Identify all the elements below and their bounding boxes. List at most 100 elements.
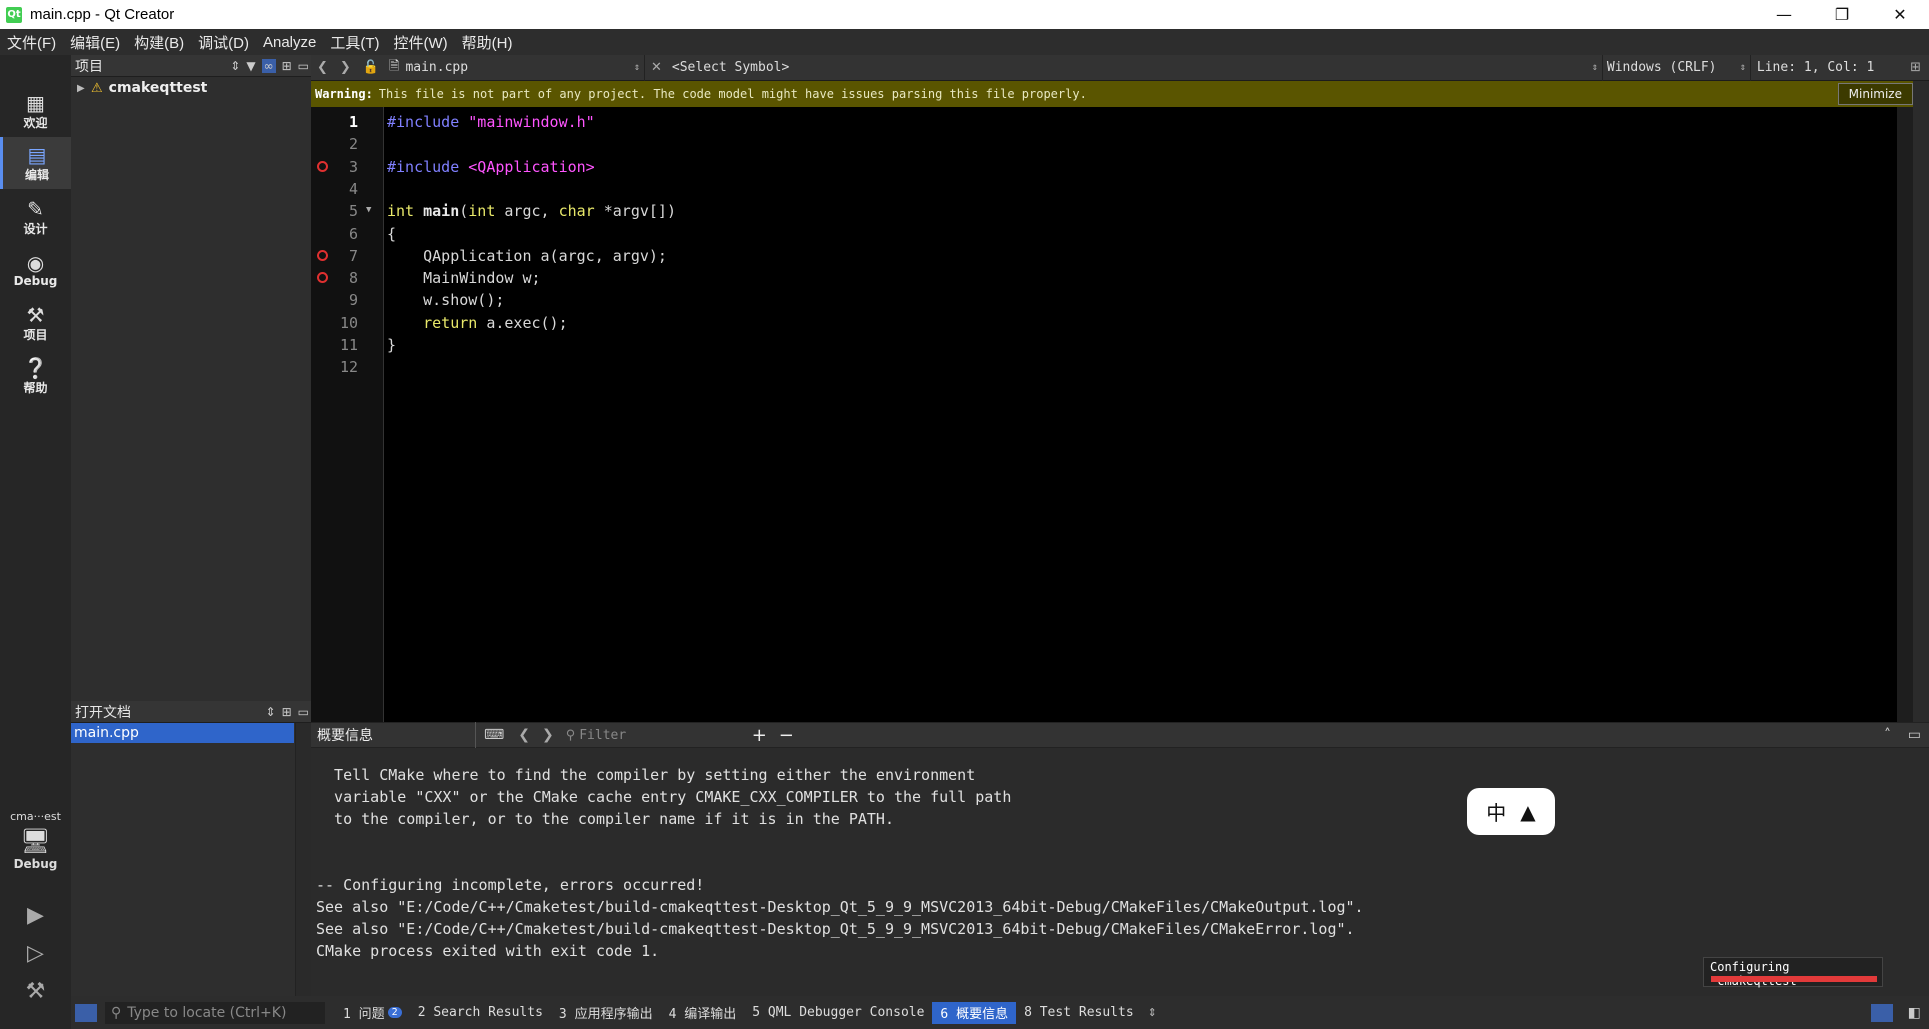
file-combo[interactable]: 🗎 main.cpp ⇕ [385, 54, 645, 81]
code-line[interactable]: { [387, 223, 396, 245]
menu-analyze[interactable]: Analyze [256, 34, 323, 51]
code-line[interactable]: MainWindow w; [387, 267, 540, 289]
mode-help[interactable]: ❔ 帮助 [0, 350, 71, 402]
tab-application-output[interactable]: 3 应用程序输出 [551, 1002, 661, 1024]
mode-welcome[interactable]: ▦ 欢迎 [0, 85, 71, 137]
editor-scrollbar[interactable] [1897, 107, 1913, 722]
close-pane-icon[interactable]: ▭ [1908, 727, 1921, 743]
progress-details-toggle[interactable] [1871, 1003, 1893, 1022]
minimize-button[interactable]: Minimize [1837, 83, 1913, 105]
prev-icon[interactable]: ❮ [512, 727, 536, 743]
tab-issues[interactable]: 1 问题 2 [335, 1002, 410, 1024]
tab-general-messages[interactable]: 6 概要信息 [932, 1001, 1017, 1024]
mode-label: Debug [13, 274, 58, 288]
build-button[interactable]: ⚒ [0, 973, 71, 1009]
line-number[interactable]: 5 [311, 200, 358, 222]
code-line[interactable]: #include "mainwindow.h" [387, 111, 595, 133]
menu-tools[interactable]: 工具(T) [323, 32, 386, 53]
split-editor-icon[interactable]: ⊞ [1904, 60, 1927, 75]
toggle-right-sidebar-icon[interactable]: ◧ [1908, 1005, 1921, 1021]
open-doc-item[interactable]: main.cpp [71, 723, 294, 743]
menu-widgets[interactable]: 控件(W) [387, 32, 455, 53]
menu-file[interactable]: 文件(F) [0, 32, 63, 53]
line-number[interactable]: 2 [311, 133, 358, 155]
forward-arrow-icon[interactable]: ❯ [334, 60, 357, 75]
split-icon[interactable]: ⊞ [282, 59, 292, 73]
minimize-window-button[interactable]: — [1755, 0, 1813, 29]
symbol-combo[interactable]: <Select Symbol> ⇕ [668, 54, 1603, 81]
breakpoint-marker-icon[interactable] [317, 249, 328, 261]
debug-run-button[interactable]: ▷ [0, 935, 71, 971]
zoom-out-icon[interactable]: − [773, 725, 800, 746]
output-filter-input[interactable]: ⚲ Filter [566, 725, 746, 745]
clear-output-icon[interactable]: ⌨ [476, 727, 512, 743]
tab-label: 8 Test Results [1024, 1005, 1134, 1020]
split-icon[interactable]: ⊞ [282, 705, 292, 719]
zoom-in-icon[interactable]: + [746, 725, 773, 746]
code-line[interactable]: w.show(); [387, 289, 504, 311]
maximize-pane-icon[interactable]: ˄ [1884, 727, 1891, 743]
line-ending-combo[interactable]: Windows (CRLF) ⇕ [1603, 54, 1751, 81]
mode-design[interactable]: ✎ 设计 [0, 191, 71, 243]
code-line[interactable]: #include <QApplication> [387, 156, 595, 178]
mode-label: 项目 [23, 327, 48, 342]
output-line: -- Configuring incomplete, errors occurr… [316, 876, 705, 894]
open-docs-scrollbar[interactable] [295, 723, 311, 1012]
kit-selector[interactable]: cma···est 🖥 Debug [0, 810, 71, 871]
fold-arrow-icon[interactable]: ▼ [366, 205, 371, 215]
close-pane-icon[interactable]: ▭ [298, 59, 309, 73]
code-line[interactable]: return a.exec(); [387, 312, 568, 334]
menu-edit[interactable]: 编辑(E) [63, 32, 127, 53]
back-arrow-icon[interactable]: ❮ [311, 60, 334, 75]
tab-compile-output[interactable]: 4 编译输出 [661, 1002, 745, 1024]
combo-spin-icon: ⇕ [1739, 62, 1746, 73]
run-button[interactable]: ▶ [0, 897, 71, 933]
open-docs-title[interactable]: 打开文档 [75, 702, 131, 722]
cursor-position[interactable]: Line: 1, Col: 1 [1751, 60, 1874, 75]
tree-item-project[interactable]: ▶ ⚠ cmakeqttest [71, 77, 311, 99]
code-line[interactable]: QApplication a(argc, argv); [387, 245, 667, 267]
menu-debug[interactable]: 调试(D) [191, 32, 256, 53]
code-editor[interactable]: 1 2 3 4 5 ▼ 6 7 8 9 10 11 12 #include "mainwindow.h"… [311, 107, 1913, 722]
line-number[interactable]: 11 [311, 334, 358, 356]
line-number[interactable]: 9 [311, 289, 358, 311]
close-pane-icon[interactable]: ▭ [298, 705, 309, 719]
ime-indicator[interactable]: 中 ▲ [1467, 788, 1555, 835]
more-tabs-icon[interactable]: ⇕ [1142, 1006, 1163, 1019]
tab-qml-debugger-console[interactable]: 5 QML Debugger Console [744, 1002, 932, 1024]
combo-spin-icon[interactable]: ⇕ [230, 59, 240, 73]
breakpoint-marker-icon[interactable] [317, 160, 328, 172]
line-number[interactable]: 6 [311, 223, 358, 245]
close-window-button[interactable]: ✕ [1871, 0, 1929, 29]
hammer-icon: ⚒ [25, 978, 46, 1004]
menu-build[interactable]: 构建(B) [127, 32, 191, 53]
mode-debug[interactable]: ◉ Debug [0, 244, 71, 296]
mode-label: 帮助 [23, 380, 48, 395]
link-icon[interactable]: ∞ [261, 59, 276, 73]
line-number[interactable]: 12 [311, 356, 358, 378]
code-line[interactable]: int main(int argc, char *argv[]) [387, 200, 676, 222]
tab-search-results[interactable]: 2 Search Results [410, 1002, 551, 1024]
locator-input[interactable]: ⚲ Type to locate (Ctrl+K) [105, 1001, 325, 1024]
tab-test-results[interactable]: 8 Test Results [1016, 1002, 1142, 1024]
progress-indicator[interactable]: Configuring "cmakeqttest" [1703, 957, 1883, 988]
line-number[interactable]: 4 [311, 178, 358, 200]
mode-projects[interactable]: ⚒ 项目 [0, 297, 71, 349]
output-pane[interactable]: Tell CMake where to find the compiler by… [311, 748, 1913, 996]
toggle-sidebar-button[interactable] [75, 1003, 97, 1022]
combo-spin-icon[interactable]: ⇕ [266, 705, 276, 719]
qt-logo-icon: Qt [6, 6, 22, 23]
code-line[interactable]: } [387, 334, 396, 356]
close-file-icon[interactable]: ✕ [645, 60, 668, 75]
restore-window-button[interactable]: ❐ [1813, 0, 1871, 29]
mode-edit[interactable]: ▤ 编辑 [0, 137, 71, 189]
line-number-gutter[interactable]: 1 2 3 4 5 ▼ 6 7 8 9 10 11 12 [311, 107, 384, 722]
line-number[interactable]: 1 [311, 111, 358, 133]
projects-pane-title[interactable]: 项目 [75, 56, 103, 76]
expand-arrow-icon[interactable]: ▶ [77, 83, 91, 94]
kit-project-name: cma···est [10, 810, 61, 823]
next-icon[interactable]: ❯ [536, 727, 560, 743]
menu-help[interactable]: 帮助(H) [455, 32, 520, 53]
line-number[interactable]: 10 [311, 312, 358, 334]
filter-icon[interactable]: ▼ [246, 59, 255, 73]
